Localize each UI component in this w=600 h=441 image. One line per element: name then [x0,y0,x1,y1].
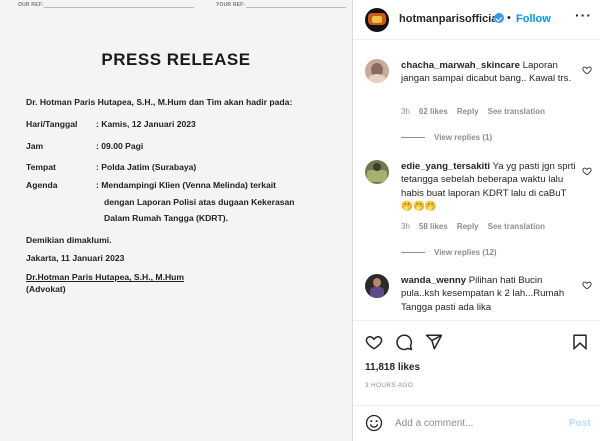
comment-likes[interactable]: 58 likes [419,222,448,231]
post-header: hotmanparisofficial • Follow ··· [353,0,600,40]
reply-button[interactable]: Reply [457,107,479,116]
our-ref-label: OUR REF: [18,2,44,8]
follow-button[interactable]: Follow [516,13,551,25]
share-icon[interactable] [425,333,443,351]
replies-line [401,252,425,254]
separator-dot: • [507,12,511,24]
view-replies-button[interactable]: View replies (1) [401,133,492,142]
comment-likes[interactable]: 62 likes [419,107,448,116]
verified-badge-icon [494,13,504,23]
replies-line [401,137,425,139]
see-translation-button[interactable]: See translation [488,222,545,231]
agenda-continued: dengan Laporan Polisi atas dugaan Kekera… [104,197,295,207]
avatar[interactable] [365,8,389,32]
comment-meta: 3h 58 likes Reply See translation [401,222,554,231]
comment-meta: 3h 62 likes Reply See translation [401,107,554,116]
avatar[interactable] [365,160,389,184]
see-translation-button[interactable]: See translation [488,107,545,116]
avatar[interactable] [365,274,389,298]
post-actions: 11,818 likes 3 HOURS AGO Post [353,320,600,438]
row-label: Agenda [26,180,58,190]
place-date: Jakarta, 11 Januari 2023 [26,253,125,263]
row-value: : 09.00 Pagi [96,141,144,151]
row-label: Hari/Tanggal [26,119,78,129]
press-release-heading: PRESS RELEASE [101,50,251,69]
closing-text: Demikian dimaklumi. [26,235,112,245]
comment-time[interactable]: 3h [401,222,410,231]
row-label: Jam [26,141,44,151]
post-sidebar: hotmanparisofficial • Follow ··· chacha_… [353,0,600,441]
ref-divider [246,7,346,8]
row-value: : Kamis, 12 Januari 2023 [96,119,196,129]
add-comment-input[interactable] [395,414,555,432]
likes-count[interactable]: 11,818 likes [365,362,420,373]
post-comment-button[interactable]: Post [569,418,591,429]
comment-like-icon[interactable] [582,65,592,75]
emoji-icon[interactable] [365,414,383,432]
row-value: : Mendampingi Klien (Venna Melinda) terk… [96,180,277,190]
comment-time[interactable]: 3h [401,107,410,116]
more-options-icon[interactable]: ··· [575,7,592,23]
comment-username[interactable]: chacha_marwah_skincare [401,60,520,71]
row-value: : Polda Jatim (Surabaya) [96,162,197,172]
heart-icon[interactable] [365,333,383,351]
comment-like-icon[interactable] [582,280,592,290]
post-image[interactable]: OUR REF: YOUR REF: PRESS RELEASE Dr. Hot… [0,0,353,441]
comment-text-block: wanda_wenny Pilihan hati Bucin pula..ksh… [401,274,576,314]
comment-icon[interactable] [395,333,413,351]
post-username[interactable]: hotmanparisofficial [399,13,500,25]
signatory-title: (Advokat) [26,284,66,294]
row-label: Tempat [26,162,56,172]
intro-text: Dr. Hotman Paris Hutapea, S.H., M.Hum da… [26,97,293,107]
your-ref-label: YOUR REF: [216,2,246,8]
comment-like-icon[interactable] [582,166,592,176]
comment-item: chacha_marwah_skincare Laporan jangan sa… [353,59,600,159]
signatory-name: Dr.Hotman Paris Hutapea, S.H., M.Hum [26,272,185,282]
comment-item: wanda_wenny Pilihan hati Bucin pula..ksh… [353,274,600,319]
avatar[interactable] [365,59,389,83]
view-replies-button[interactable]: View replies (12) [401,248,497,257]
add-comment-bar: Post [353,405,600,439]
comment-username[interactable]: edie_yang_tersakiti [401,161,490,172]
comment-text-block: chacha_marwah_skincare Laporan jangan sa… [401,59,576,86]
ref-divider [44,7,194,8]
comment-username[interactable]: wanda_wenny [401,275,466,286]
agenda-continued: Dalam Rumah Tangga (KDRT). [104,213,228,223]
comment-item: edie_yang_tersakiti Ya yg pasti jgn sprt… [353,160,600,272]
view-replies-label: View replies (1) [434,133,493,142]
comments-list[interactable]: chacha_marwah_skincare Laporan jangan sa… [353,41,600,319]
comment-text-block: edie_yang_tersakiti Ya yg pasti jgn sprt… [401,160,576,213]
view-replies-label: View replies (12) [434,248,497,257]
post-time-ago[interactable]: 3 HOURS AGO [365,382,413,389]
reply-button[interactable]: Reply [457,222,479,231]
bookmark-icon[interactable] [571,333,589,351]
